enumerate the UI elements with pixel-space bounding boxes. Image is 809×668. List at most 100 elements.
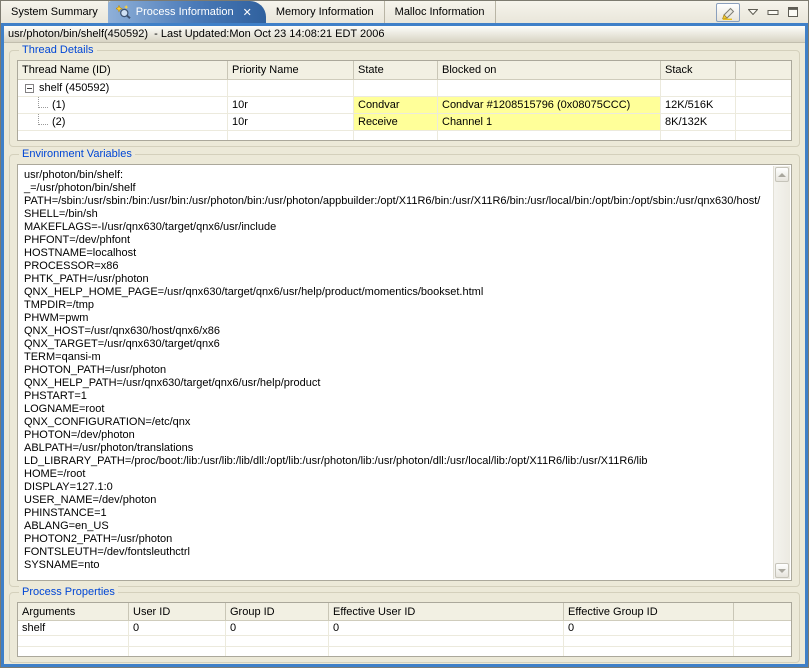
maximize-icon: [787, 6, 799, 18]
minimize-button[interactable]: [766, 5, 780, 19]
close-tab-icon[interactable]: ✕: [243, 6, 252, 19]
env-line: QNX_HELP_HOME_PAGE=/usr/qnx630/target/qn…: [24, 286, 771, 299]
column-header-state[interactable]: State: [354, 61, 438, 79]
environment-scrollbar[interactable]: [773, 166, 790, 579]
view-toolbar: [716, 2, 800, 22]
thread-blocked-on: [438, 80, 661, 96]
thread-row-2[interactable]: (2) 10r Receive Channel 1 8K/132K: [18, 114, 791, 131]
process-effective-user-id: 0: [329, 621, 564, 635]
env-line: PHWM=pwm: [24, 312, 771, 325]
env-line: PHTK_PATH=/usr/photon: [24, 273, 771, 286]
tab-malloc-information[interactable]: Malloc Information: [385, 1, 496, 23]
environment-variables-title: Environment Variables: [19, 147, 135, 161]
minimize-icon: [767, 7, 779, 18]
process-user-id: 0: [129, 621, 226, 635]
env-line: FONTSLEUTH=/dev/fontsleuthctrl: [24, 546, 771, 559]
column-header-group-id[interactable]: Group ID: [226, 603, 329, 620]
process-properties-title: Process Properties: [19, 585, 118, 599]
env-line: TERM=qansi-m: [24, 351, 771, 364]
environment-variables-text[interactable]: usr/photon/bin/shelf:_=/usr/photon/bin/s…: [19, 166, 773, 579]
thread-state: Condvar: [354, 97, 438, 113]
tab-system-summary[interactable]: System Summary: [1, 1, 109, 23]
dropdown-triangle-icon: [748, 9, 758, 15]
thread-name: (2): [52, 116, 65, 128]
thread-priority: 10r: [228, 97, 354, 113]
env-line: USER_NAME=/dev/photon: [24, 494, 771, 507]
maximize-button[interactable]: [786, 5, 800, 19]
scroll-up-icon[interactable]: [775, 167, 789, 182]
process-title-bar: usr/photon/bin/shelf(450592) - Last Upda…: [4, 26, 805, 43]
env-line: _=/usr/photon/bin/shelf: [24, 182, 771, 195]
pin-edit-button[interactable]: [716, 3, 740, 22]
thread-blocked-on: Condvar #1208515796 (0x08075CCC): [438, 97, 661, 113]
environment-variables-group: Environment Variables usr/photon/bin/she…: [9, 154, 800, 587]
environment-variables-panel: usr/photon/bin/shelf:_=/usr/photon/bin/s…: [17, 164, 792, 581]
process-row-empty: [18, 636, 791, 647]
highlighter-pen-icon: [720, 5, 737, 20]
row-spacer: [736, 114, 791, 130]
tab-memory-information[interactable]: Memory Information: [266, 1, 385, 23]
process-row-empty: [18, 647, 791, 657]
env-line: HOME=/root: [24, 468, 771, 481]
column-header-arguments[interactable]: Arguments: [18, 603, 129, 620]
process-properties-table: Arguments User ID Group ID Effective Use…: [17, 602, 792, 657]
env-line: PATH=/sbin:/usr/sbin:/bin:/usr/bin:/usr/…: [24, 195, 771, 208]
thread-state: [354, 80, 438, 96]
column-header-user-id[interactable]: User ID: [129, 603, 226, 620]
env-line: TMPDIR=/tmp: [24, 299, 771, 312]
env-line: PROCESSOR=x86: [24, 260, 771, 273]
column-header-effective-group-id[interactable]: Effective Group ID: [564, 603, 734, 620]
env-line: usr/photon/bin/shelf:: [24, 169, 771, 182]
thread-row-empty: [18, 131, 791, 141]
env-line: SHELL=/bin/sh: [24, 208, 771, 221]
tab-label: System Summary: [11, 6, 98, 18]
tab-label: Process Information: [136, 6, 234, 18]
env-line: QNX_HOST=/usr/qnx630/host/qnx6/x86: [24, 325, 771, 338]
column-header-priority[interactable]: Priority Name: [228, 61, 354, 79]
env-line: PHOTON=/dev/photon: [24, 429, 771, 442]
row-spacer: [736, 80, 791, 96]
thread-row-1[interactable]: (1) 10r Condvar Condvar #1208515796 (0x0…: [18, 97, 791, 114]
process-group-id: 0: [226, 621, 329, 635]
env-line: LD_LIBRARY_PATH=/proc/boot:/lib:/usr/lib…: [24, 455, 771, 468]
view-menu-button[interactable]: [746, 5, 760, 19]
thread-priority: 10r: [228, 114, 354, 130]
env-line: QNX_HELP_PATH=/usr/qnx630/target/qnx6/us…: [24, 377, 771, 390]
env-line: MAKEFLAGS=-I/usr/qnx630/target/qnx6/usr/…: [24, 221, 771, 234]
row-spacer: [736, 97, 791, 113]
env-line: PHFONT=/dev/phfont: [24, 234, 771, 247]
process-row[interactable]: shelf 0 0 0 0: [18, 621, 791, 636]
process-properties-group: Process Properties Arguments User ID Gro…: [9, 592, 800, 663]
env-line: PHOTON_PATH=/usr/photon: [24, 364, 771, 377]
env-line: QNX_TARGET=/usr/qnx630/target/qnx6: [24, 338, 771, 351]
env-line: LOGNAME=root: [24, 403, 771, 416]
thread-details-table: Thread Name (ID) Priority Name State Blo…: [17, 60, 792, 141]
process-effective-group-id: 0: [564, 621, 734, 635]
thread-details-title: Thread Details: [19, 43, 97, 57]
column-header-effective-user-id[interactable]: Effective User ID: [329, 603, 564, 620]
env-line: QNX_CONFIGURATION=/etc/qnx: [24, 416, 771, 429]
tab-bar: System Summary Process Information ✕ Mem…: [1, 1, 808, 23]
column-header-stack[interactable]: Stack: [661, 61, 736, 79]
env-line: ABLPATH=/usr/photon/translations: [24, 442, 771, 455]
column-header-thread-name[interactable]: Thread Name (ID): [18, 61, 228, 79]
column-header-blocked-on[interactable]: Blocked on: [438, 61, 661, 79]
view-content: usr/photon/bin/shelf(450592) - Last Upda…: [1, 23, 808, 667]
thread-row-parent[interactable]: shelf (450592): [18, 80, 791, 97]
tab-process-information[interactable]: Process Information ✕: [108, 1, 266, 23]
env-line: ABLANG=en_US: [24, 520, 771, 533]
process-arguments: shelf: [18, 621, 129, 635]
env-line: PHSTART=1: [24, 390, 771, 403]
tree-connector-icon: [38, 97, 48, 108]
thread-stack: 8K/132K: [661, 114, 736, 130]
thread-details-group: Thread Details Thread Name (ID) Priority…: [9, 50, 800, 147]
env-line: PHOTON2_PATH=/usr/photon: [24, 533, 771, 546]
env-line: HOSTNAME=localhost: [24, 247, 771, 260]
thread-state: Receive: [354, 114, 438, 130]
thread-name: (1): [52, 99, 65, 111]
process-table-header: Arguments User ID Group ID Effective Use…: [18, 603, 791, 621]
tree-collapse-icon[interactable]: [25, 84, 34, 93]
env-line: SYSNAME=nto: [24, 559, 771, 572]
column-header-spacer: [736, 61, 791, 79]
scroll-down-icon[interactable]: [775, 563, 789, 578]
